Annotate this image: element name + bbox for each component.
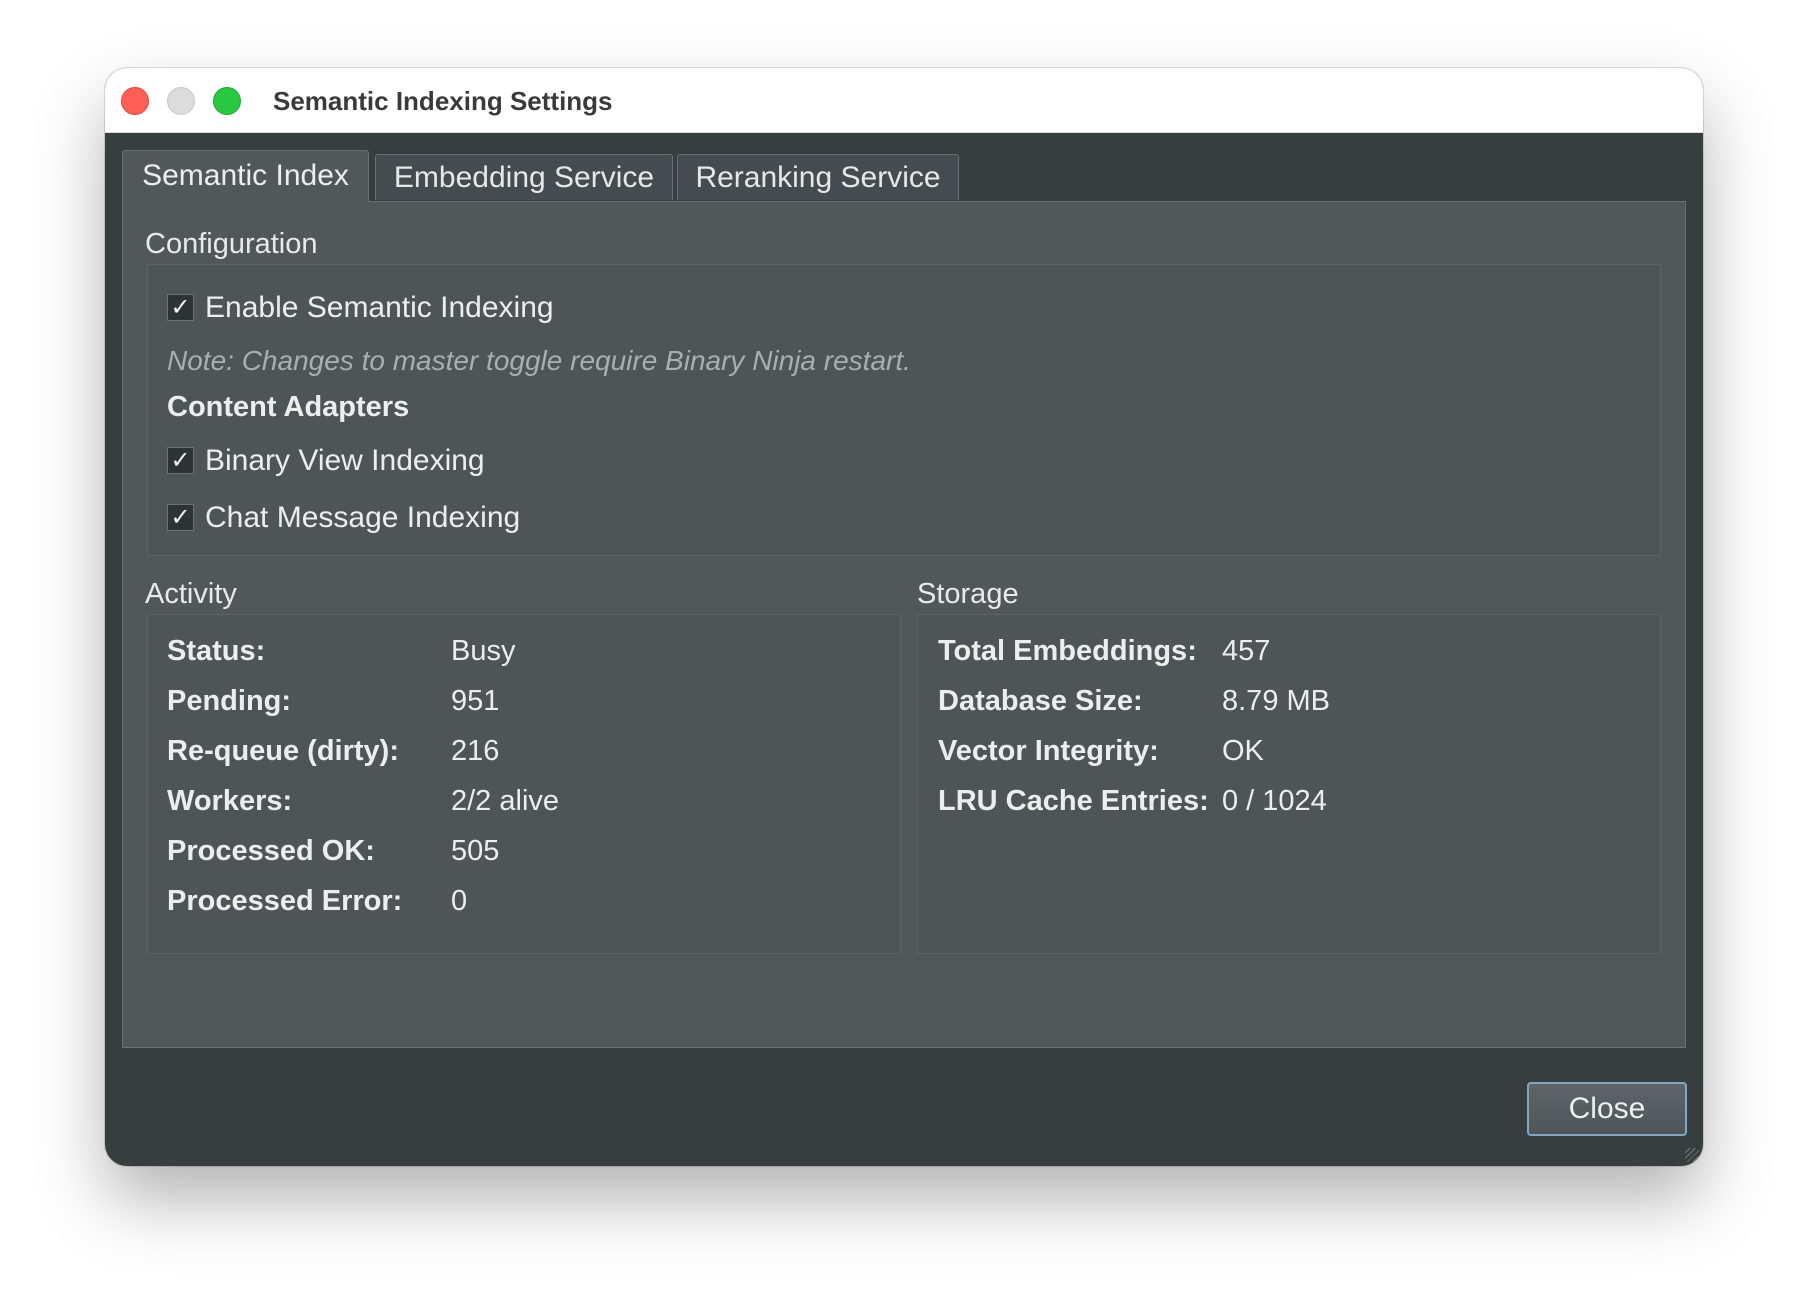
requeue-value: 216 <box>451 735 500 767</box>
activity-group: Status: Busy Pending: 951 Re-queue (dirt… <box>147 614 901 954</box>
status-value: Busy <box>451 635 516 667</box>
checkmark-icon: ✓ <box>167 447 194 474</box>
chat-message-indexing-label: Chat Message Indexing <box>205 501 521 534</box>
status-key: Status: <box>167 635 266 667</box>
database-size-key: Database Size: <box>938 685 1143 717</box>
tab-embedding-service[interactable]: Embedding Service <box>375 154 673 200</box>
requeue-key: Re-queue (dirty): <box>167 735 399 767</box>
minimize-window-button[interactable] <box>167 87 195 115</box>
resize-grip-icon[interactable] <box>1685 1148 1699 1162</box>
activity-title: Activity <box>145 578 237 610</box>
vector-integrity-value: OK <box>1222 735 1264 767</box>
lru-cache-entries-key: LRU Cache Entries: <box>938 785 1209 817</box>
title-bar: Semantic Indexing Settings <box>105 68 1703 133</box>
processed-ok-key: Processed OK: <box>167 835 375 867</box>
window-title: Semantic Indexing Settings <box>273 86 613 116</box>
vector-integrity-key: Vector Integrity: <box>938 735 1159 767</box>
workers-value: 2/2 alive <box>451 785 560 817</box>
processed-ok-value: 505 <box>451 835 500 867</box>
workers-key: Workers: <box>167 785 293 817</box>
configuration-group: ✓ Enable Semantic Indexing Note: Changes… <box>147 264 1661 556</box>
tab-semantic-index[interactable]: Semantic Index <box>122 150 369 202</box>
close-window-button[interactable] <box>121 87 149 115</box>
database-size-value: 8.79 MB <box>1222 685 1330 717</box>
pending-value: 951 <box>451 685 500 717</box>
checkmark-icon: ✓ <box>167 504 194 531</box>
total-embeddings-key: Total Embeddings: <box>938 635 1197 667</box>
close-button[interactable]: Close <box>1527 1082 1687 1136</box>
processed-error-key: Processed Error: <box>167 885 403 917</box>
enable-semantic-indexing-label: Enable Semantic Indexing <box>205 291 554 324</box>
checkmark-icon: ✓ <box>167 294 194 321</box>
pending-key: Pending: <box>167 685 292 717</box>
storage-title: Storage <box>917 578 1019 610</box>
binary-view-indexing-label: Binary View Indexing <box>205 444 485 477</box>
content-adapters-heading: Content Adapters <box>167 391 410 423</box>
processed-error-value: 0 <box>451 885 468 917</box>
settings-window: Semantic Indexing Settings Embedding Ser… <box>105 68 1703 1166</box>
lru-cache-entries-value: 0 / 1024 <box>1222 785 1327 817</box>
total-embeddings-value: 457 <box>1222 635 1271 667</box>
maximize-window-button[interactable] <box>213 87 241 115</box>
restart-note: Note: Changes to master toggle require B… <box>167 345 911 376</box>
storage-group: Total Embeddings: 457 Database Size: 8.7… <box>917 614 1661 954</box>
configuration-title: Configuration <box>145 228 318 260</box>
tab-reranking-service[interactable]: Reranking Service <box>677 154 959 200</box>
semantic-index-panel: Configuration ✓ Enable Semantic Indexing… <box>122 201 1686 1048</box>
